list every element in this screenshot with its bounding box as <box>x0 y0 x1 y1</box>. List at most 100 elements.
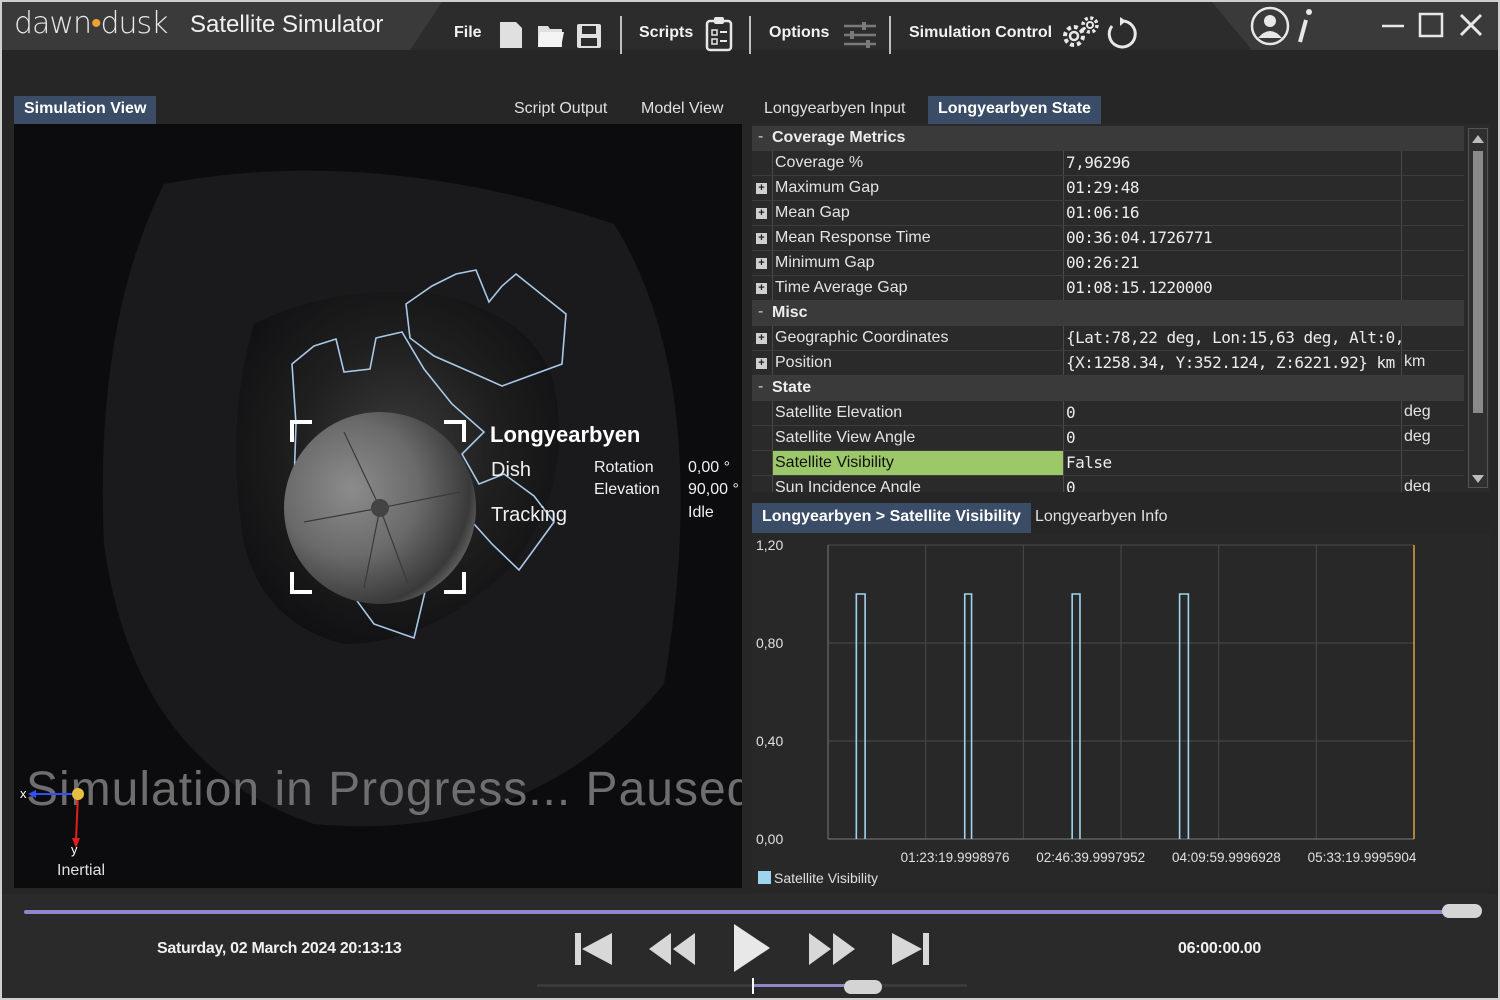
property-unit <box>1404 451 1464 475</box>
property-value[interactable]: {X:1258.34, Y:352.124, Z:6221.92} km <box>1064 351 1402 375</box>
speed-slider-handle[interactable] <box>844 980 882 994</box>
ground-station-name: Longyearbyen <box>490 422 641 447</box>
simulation-control-menu[interactable]: Simulation Control <box>909 24 1052 42</box>
y-tick-label: 0,80 <box>756 635 783 651</box>
property-value[interactable]: 01:08:15.1220000 <box>1064 276 1402 300</box>
axis-x-label: x <box>20 786 27 801</box>
collapse-icon[interactable]: - <box>758 303 763 321</box>
property-name: Satellite View Angle <box>772 426 1064 450</box>
property-row[interactable]: + Mean Response Time 00:36:04.1726771 <box>752 226 1464 251</box>
scroll-down-icon[interactable] <box>1472 475 1484 485</box>
property-value[interactable]: 0 <box>1064 401 1402 425</box>
elevation-label: Elevation <box>594 481 660 498</box>
expand-icon[interactable]: + <box>756 358 767 369</box>
skip-to-start-icon[interactable] <box>572 930 614 968</box>
new-file-icon[interactable] <box>498 20 524 50</box>
axis-gizmo-icon <box>28 788 84 848</box>
save-icon[interactable] <box>575 20 603 50</box>
legend-label: Satellite Visibility <box>774 870 878 886</box>
minimize-icon[interactable] <box>1378 10 1408 40</box>
open-folder-icon[interactable] <box>536 20 566 50</box>
file-menu[interactable]: File <box>454 24 482 42</box>
timeline-handle[interactable] <box>1441 904 1482 918</box>
expand-icon[interactable]: + <box>756 208 767 219</box>
clipboard-icon[interactable] <box>704 16 734 52</box>
expand-icon[interactable]: + <box>756 333 767 344</box>
user-account-icon[interactable] <box>1250 6 1290 46</box>
rewind-icon[interactable] <box>647 930 697 968</box>
options-menu[interactable]: Options <box>769 24 829 42</box>
property-value[interactable]: False <box>1064 451 1402 475</box>
property-row[interactable]: + Time Average Gap 01:08:15.1220000 <box>752 276 1464 301</box>
speed-slider-center-mark <box>752 978 754 994</box>
scrollbar-thumb[interactable] <box>1473 151 1483 413</box>
property-row[interactable]: + Position {X:1258.34, Y:352.124, Z:6221.9… <box>752 351 1464 376</box>
property-row[interactable]: Coverage % 7,96296 <box>752 151 1464 176</box>
rotation-value: 0,00 ° <box>688 459 730 476</box>
property-unit <box>1404 151 1464 175</box>
scroll-up-icon[interactable] <box>1472 133 1484 143</box>
property-group[interactable]: - Misc <box>752 301 1464 326</box>
reset-icon[interactable] <box>1104 16 1140 52</box>
property-value[interactable]: {Lat:78,22 deg, Lon:15,63 deg, Alt:0, <box>1064 326 1402 350</box>
property-value[interactable]: 7,96296 <box>1064 151 1402 175</box>
close-icon[interactable] <box>1456 10 1486 40</box>
tab-longyearbyen-info[interactable]: Longyearbyen Info <box>1025 503 1178 531</box>
x-tick-label: 02:46:39.9997952 <box>1036 850 1145 865</box>
property-group[interactable]: - State <box>752 376 1464 401</box>
property-value[interactable]: 01:06:16 <box>1064 201 1402 225</box>
property-unit: deg <box>1404 478 1431 492</box>
skip-to-end-icon[interactable] <box>890 930 932 968</box>
tab-satellite-visibility[interactable]: Longyearbyen > Satellite Visibility <box>752 503 1031 533</box>
info-icon[interactable] <box>1294 6 1316 44</box>
tab-longyearbyen-input[interactable]: Longyearbyen Input <box>754 96 915 124</box>
maximize-icon[interactable] <box>1416 10 1446 40</box>
property-row[interactable]: Sun Incidence Angle 0 deg <box>752 476 1464 492</box>
collapse-icon[interactable]: - <box>758 128 763 146</box>
property-row[interactable]: + Minimum Gap 00:26:21 <box>752 251 1464 276</box>
brand-left: dawn <box>14 6 92 41</box>
property-value[interactable]: 0 <box>1064 426 1402 450</box>
expand-icon[interactable]: + <box>756 283 767 294</box>
collapse-icon[interactable]: - <box>758 378 763 396</box>
gears-icon[interactable] <box>1060 14 1102 52</box>
property-row[interactable]: Satellite View Angle 0 deg <box>752 426 1464 451</box>
axis-y-label: y <box>71 842 78 857</box>
play-icon[interactable] <box>730 922 772 974</box>
simulation-viewport[interactable]: Longyearbyen Dish Tracking Rotation Elev… <box>14 124 742 888</box>
property-row[interactable]: + Maximum Gap 01:29:48 <box>752 176 1464 201</box>
visibility-pulse[interactable] <box>1178 593 1190 839</box>
expand-icon[interactable]: + <box>756 258 767 269</box>
property-row[interactable]: Satellite Elevation 0 deg <box>752 401 1464 426</box>
property-row[interactable]: + Geographic Coordinates {Lat:78,22 deg, L… <box>752 326 1464 351</box>
sliders-icon[interactable] <box>842 20 878 50</box>
x-tick-label: 05:33:19.9995904 <box>1308 850 1417 865</box>
expand-icon[interactable]: + <box>756 233 767 244</box>
visibility-pulse[interactable] <box>1071 593 1081 839</box>
visibility-pulse[interactable] <box>963 593 973 839</box>
tab-longyearbyen-state[interactable]: Longyearbyen State <box>928 96 1101 124</box>
property-value[interactable]: 01:29:48 <box>1064 176 1402 200</box>
property-group[interactable]: - Coverage Metrics <box>752 126 1464 151</box>
scripts-menu[interactable]: Scripts <box>639 24 693 42</box>
fast-forward-icon[interactable] <box>807 930 857 968</box>
tab-simulation-view[interactable]: Simulation View <box>14 96 157 124</box>
visibility-pulse[interactable] <box>855 593 866 839</box>
tab-model-view[interactable]: Model View <box>631 96 733 124</box>
app-title: Satellite Simulator <box>190 11 384 38</box>
legend-swatch <box>758 871 771 884</box>
elevation-value: 90,00 ° <box>688 481 739 498</box>
chart-canvas[interactable]: 0,00 0,40 0,80 1,20 01:23:19.9998976 02:46:39… <box>752 533 1490 889</box>
timeline-track[interactable] <box>24 910 1464 914</box>
property-unit <box>1404 176 1464 200</box>
visibility-chart[interactable]: 0,00 0,40 0,80 1,20 01:23:19.9998976 02:46:39… <box>752 533 1490 889</box>
property-row[interactable]: Satellite Visibility False <box>752 451 1464 476</box>
property-scrollbar[interactable] <box>1468 128 1488 488</box>
property-row[interactable]: + Mean Gap 01:06:16 <box>752 201 1464 226</box>
expand-icon[interactable]: + <box>756 183 767 194</box>
property-value[interactable]: 00:26:21 <box>1064 251 1402 275</box>
property-value[interactable]: 0 <box>1064 476 1402 492</box>
property-value[interactable]: 00:36:04.1726771 <box>1064 226 1402 250</box>
brand-right: dusk <box>100 6 169 41</box>
tab-script-output[interactable]: Script Output <box>504 96 617 124</box>
